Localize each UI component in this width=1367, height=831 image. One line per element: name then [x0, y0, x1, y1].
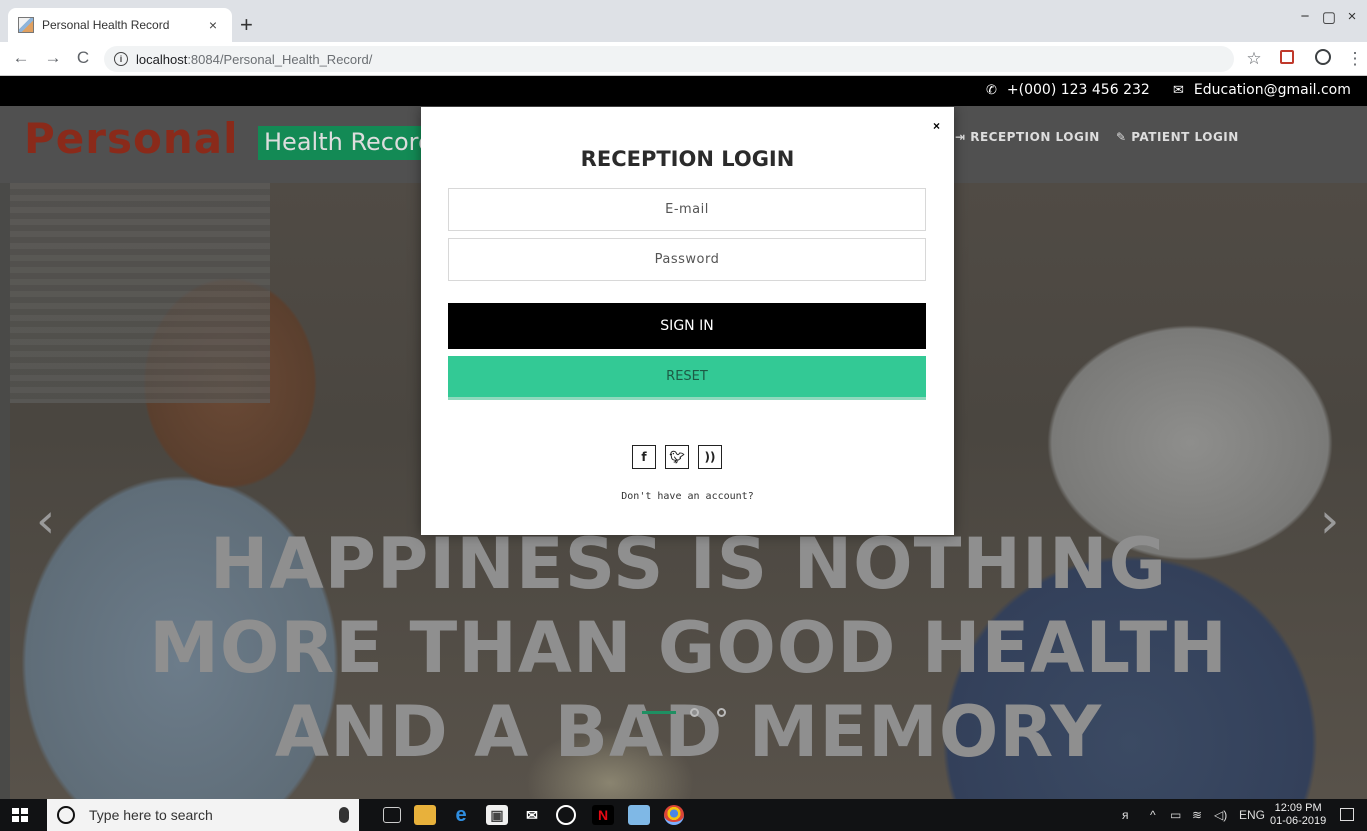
modal-close-icon[interactable]: × [933, 119, 940, 133]
twitter-icon[interactable]: 🐦︎ [665, 445, 689, 469]
envelope-icon: ✉ [1173, 82, 1184, 98]
store-icon[interactable]: ▣ [486, 805, 508, 825]
carousel-prev-icon[interactable]: ‹ [36, 493, 55, 549]
back-button[interactable]: ← [10, 48, 32, 68]
notification-center-icon[interactable] [1340, 808, 1354, 821]
url-path: :8084/Personal_Health_Record/ [187, 51, 373, 67]
reset-button[interactable]: RESET [448, 356, 926, 400]
facebook-icon[interactable]: f [632, 445, 656, 469]
tray-chevron-icon[interactable]: ^ [1150, 808, 1156, 822]
nav-patient-login-label: PATIENT LOGIN [1131, 130, 1239, 144]
browser-tab[interactable]: Personal Health Record × [8, 8, 232, 42]
mail-icon[interactable]: ✉ [521, 805, 543, 825]
edit-icon: ✎ [1116, 130, 1132, 144]
phone-contact: ✆ +(000) 123 456 232 [986, 82, 1150, 98]
battery-icon[interactable]: ▭ [1170, 808, 1181, 822]
carousel-indicators [642, 708, 744, 717]
brand-logo-sub[interactable]: Health Record [258, 126, 440, 160]
media-player-icon[interactable] [556, 805, 576, 825]
nav-reception-login-label: RECEPTION LOGIN [970, 130, 1100, 144]
web-page: ✆ +(000) 123 456 232 ✉ Education@gmail.c… [0, 76, 1367, 799]
clock-time: 12:09 PM [1274, 802, 1322, 814]
forward-button[interactable]: → [42, 48, 64, 68]
hero-line-3: AND A BAD MEMORY [274, 691, 1103, 773]
clock-date: 01-06-2019 [1270, 815, 1327, 827]
windows-taskbar: Type here to search e ▣ ✉ N ᴙ ^ ▭ ≋ ◁) E… [0, 799, 1367, 831]
phone-icon: ✆ [986, 82, 997, 98]
volume-icon[interactable]: ◁) [1214, 808, 1227, 822]
email-contact: ✉ Education@gmail.com [1173, 82, 1351, 98]
chrome-icon[interactable] [664, 805, 684, 825]
bookmark-star-icon[interactable]: ☆ [1243, 49, 1265, 69]
reception-login-modal: × RECEPTION LOGIN SIGN IN RESET f 🐦︎ )) … [421, 107, 954, 535]
3d-viewer-icon[interactable] [628, 805, 650, 825]
taskbar-search[interactable]: Type here to search [47, 799, 359, 831]
reload-button[interactable]: C [72, 48, 94, 68]
task-view-icon[interactable] [383, 807, 401, 823]
edge-browser-icon[interactable]: e [450, 804, 472, 826]
window-close-button[interactable]: × [1337, 8, 1367, 25]
browser-menu-icon[interactable]: ⋮ [1344, 49, 1366, 69]
social-links: f 🐦︎ )) [632, 445, 731, 469]
nav-patient-login[interactable]: ✎ PATIENT LOGIN [1116, 130, 1239, 144]
rss-icon[interactable]: )) [698, 445, 722, 469]
wifi-icon[interactable]: ≋ [1192, 808, 1202, 822]
carousel-next-icon[interactable]: › [1320, 493, 1339, 549]
tab-close-button[interactable]: × [204, 17, 222, 33]
favicon-icon [18, 17, 34, 33]
carousel-indicator-active[interactable] [642, 711, 676, 714]
people-icon[interactable]: ᴙ [1122, 808, 1129, 822]
system-clock[interactable]: 12:09 PM 01-06-2019 [1270, 802, 1326, 828]
cortana-icon [57, 806, 75, 824]
new-tab-button[interactable]: + [240, 12, 253, 38]
file-explorer-icon[interactable] [414, 805, 436, 825]
phone-number: +(000) 123 456 232 [1006, 82, 1150, 98]
hero-background-image [10, 183, 270, 403]
login-icon: ⇥ [955, 130, 971, 144]
tab-title: Personal Health Record [42, 18, 170, 32]
email-field[interactable] [448, 188, 926, 231]
nav-reception-login[interactable]: ⇥ RECEPTION LOGIN [955, 130, 1100, 144]
carousel-indicator[interactable] [717, 708, 726, 717]
browser-tabstrip: Personal Health Record × + − ▢ × [0, 0, 1367, 42]
contact-topbar: ✆ +(000) 123 456 232 ✉ Education@gmail.c… [0, 76, 1367, 106]
browser-toolbar: ← → C i localhost:8084/Personal_Health_R… [0, 42, 1367, 76]
brand-logo-main[interactable]: Personal [24, 114, 238, 163]
url-host: localhost [136, 51, 188, 67]
site-info-icon[interactable]: i [114, 52, 128, 66]
modal-title: RECEPTION LOGIN [580, 147, 795, 171]
language-indicator[interactable]: ENG [1239, 808, 1265, 822]
no-account-link[interactable]: Don't have an account? [421, 491, 954, 502]
windows-start-icon[interactable] [12, 808, 28, 822]
sign-in-button[interactable]: SIGN IN [448, 303, 926, 349]
microphone-icon[interactable] [339, 807, 349, 823]
carousel-indicator[interactable] [690, 708, 699, 717]
hero-line-1: HAPPINESS IS NOTHING [209, 523, 1168, 605]
extension-icon[interactable] [1276, 49, 1298, 69]
address-bar[interactable]: i localhost:8084/Personal_Health_Record/ [104, 46, 1234, 72]
taskbar-search-placeholder: Type here to search [89, 807, 213, 823]
netflix-icon[interactable]: N [592, 805, 614, 825]
password-field[interactable] [448, 238, 926, 281]
profile-avatar-icon[interactable] [1312, 49, 1334, 70]
hero-line-2: MORE THAN GOOD HEALTH [149, 607, 1228, 689]
email-address: Education@gmail.com [1193, 82, 1351, 98]
